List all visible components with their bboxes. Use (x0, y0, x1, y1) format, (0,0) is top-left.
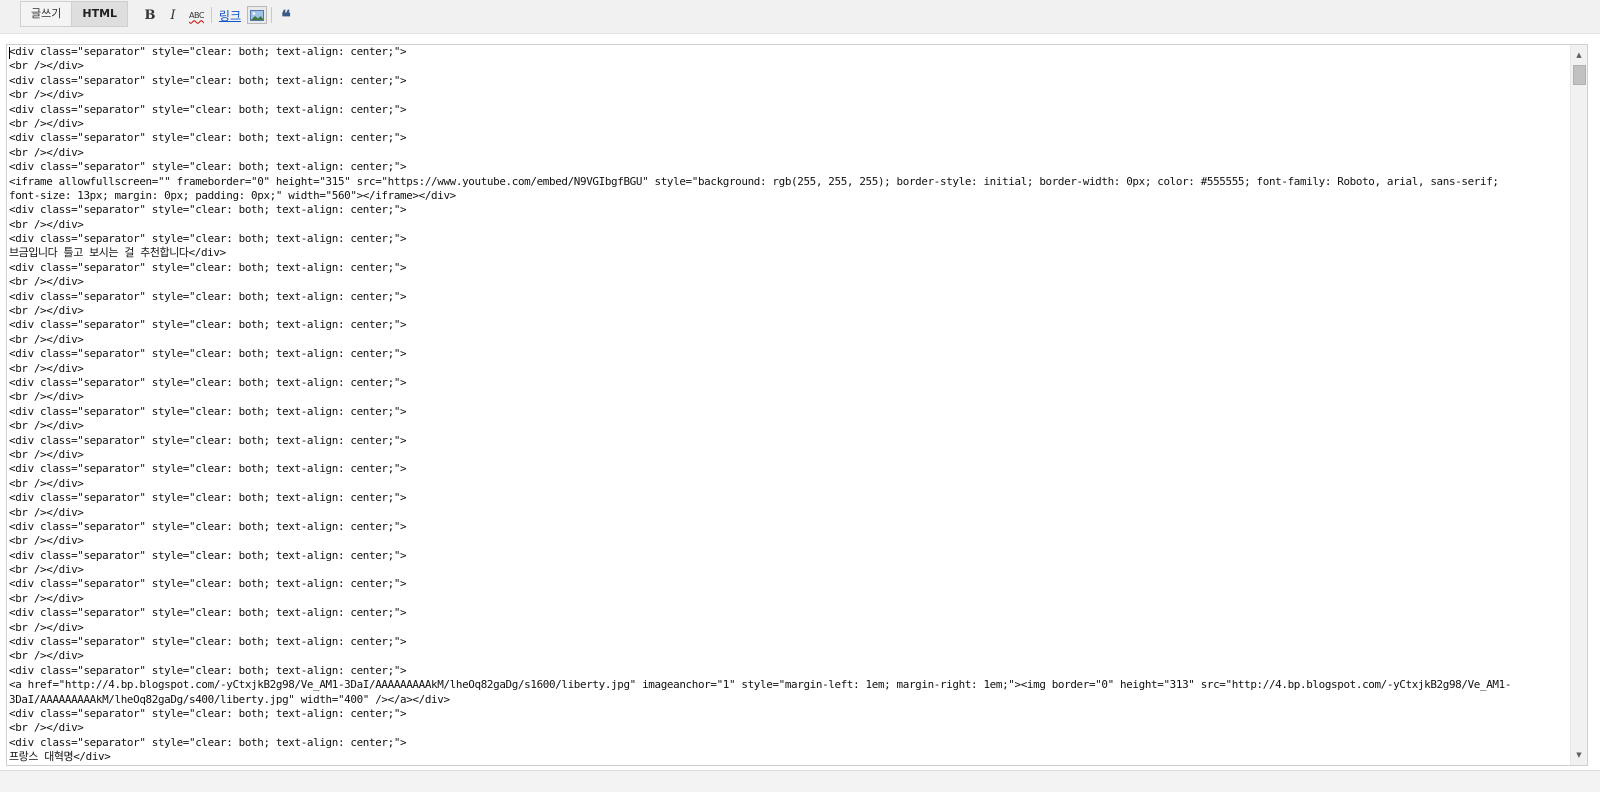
tab-compose[interactable]: 글쓰기 (20, 1, 73, 27)
scrollbar-thumb[interactable] (1573, 65, 1586, 85)
code-line: <div class="separator" style="clear: bot… (9, 706, 407, 720)
code-line: <div class="separator" style="clear: bot… (9, 735, 407, 749)
link-button[interactable]: 링크 (216, 5, 244, 25)
code-line: <div class="separator" style="clear: bot… (9, 73, 407, 87)
code-line: <br /></div> (9, 721, 84, 735)
code-line: <br /></div> (9, 145, 84, 159)
code-line: <div class="separator" style="clear: bot… (9, 606, 407, 620)
code-line: <br /></div> (9, 591, 84, 605)
editor-toolbar: 글쓰기 HTML B I ABC 링크 ❝ (0, 0, 1600, 34)
html-source-code: <div class="separator" style="clear: bot… (9, 45, 1537, 765)
tab-html[interactable]: HTML (72, 1, 129, 27)
code-line: <br /></div> (9, 505, 84, 519)
code-line: <br /></div> (9, 275, 84, 289)
scroll-down-arrow-icon[interactable]: ▼ (1571, 747, 1587, 763)
code-line: <br /></div> (9, 332, 84, 346)
image-icon (250, 9, 264, 21)
formatting-tools: B I ABC 링크 ❝ (140, 4, 299, 28)
code-line: <div class="separator" style="clear: bot… (9, 203, 407, 217)
code-line: <div class="separator" style="clear: bot… (9, 131, 407, 145)
code-line: <br /></div> (9, 361, 84, 375)
code-line: <a href="http://4.bp.blogspot.com/-yCtxj… (9, 678, 1512, 692)
code-line: <div class="separator" style="clear: bot… (9, 260, 407, 274)
code-line: <div class="separator" style="clear: bot… (9, 491, 407, 505)
vertical-scrollbar[interactable]: ▲ ▼ (1570, 45, 1587, 765)
code-line: <div class="separator" style="clear: bot… (9, 318, 407, 332)
code-line: <br /></div> (9, 649, 84, 663)
code-line: <div class="separator" style="clear: bot… (9, 548, 407, 562)
code-line: <br /></div> (9, 476, 84, 490)
code-line: <div class="separator" style="clear: bot… (9, 404, 407, 418)
code-line: <br /></div> (9, 116, 84, 130)
toolbar-divider (210, 7, 212, 23)
code-line: <br /></div> (9, 88, 84, 102)
code-line: <div class="separator" style="clear: bot… (9, 635, 407, 649)
code-line: <br /></div> (9, 620, 84, 634)
code-line: <br /></div> (9, 534, 84, 548)
code-line: 브금입니다 틀고 보시는 걸 추천합니다</div> (9, 246, 226, 260)
code-line: <div class="separator" style="clear: bot… (9, 462, 407, 476)
bold-button[interactable]: B (140, 5, 160, 25)
text-cursor (9, 47, 10, 59)
code-line: 프랑스 대혁명</div> (9, 750, 111, 764)
code-line: <br /></div> (9, 419, 84, 433)
code-line: <br /></div> (9, 563, 84, 577)
code-line: 3DaI/AAAAAAAAAkM/lheOq82gaDg/s400/libert… (9, 692, 450, 706)
mode-tabs: 글쓰기 HTML (20, 1, 129, 27)
insert-image-button[interactable] (247, 6, 267, 24)
code-line: <br /></div> (9, 390, 84, 404)
spellcheck-button[interactable]: ABC (186, 5, 207, 25)
quote-button[interactable]: ❝ (276, 5, 296, 28)
italic-button[interactable]: I (163, 5, 183, 25)
code-line: <div class="separator" style="clear: bot… (9, 45, 407, 58)
code-line: <br /></div> (9, 447, 84, 461)
code-line: <div class="separator" style="clear: bot… (9, 433, 407, 447)
bottom-panel-edge (0, 770, 1600, 792)
code-line: <div class="separator" style="clear: bot… (9, 102, 407, 116)
html-editor-textarea[interactable]: <div class="separator" style="clear: bot… (6, 44, 1588, 766)
code-line: <br /></div> (9, 59, 84, 73)
code-line: <br /></div> (9, 217, 84, 231)
code-line: <div class="separator" style="clear: bot… (9, 375, 407, 389)
scroll-up-arrow-icon[interactable]: ▲ (1571, 47, 1587, 63)
code-line: <div class="separator" style="clear: bot… (9, 347, 407, 361)
code-line: <div class="separator" style="clear: bot… (9, 232, 407, 246)
code-line: font-size: 13px; margin: 0px; padding: 0… (9, 188, 456, 202)
toolbar-divider (271, 7, 272, 23)
code-line: <br /></div> (9, 304, 84, 318)
code-line: <div class="separator" style="clear: bot… (9, 160, 407, 174)
code-line: <div class="separator" style="clear: bot… (9, 519, 407, 533)
code-line: <div class="separator" style="clear: bot… (9, 577, 407, 591)
code-line: <iframe allowfullscreen="" frameborder="… (9, 174, 1499, 188)
code-line: <div class="separator" style="clear: bot… (9, 289, 407, 303)
code-line: <div class="separator" style="clear: bot… (9, 663, 407, 677)
